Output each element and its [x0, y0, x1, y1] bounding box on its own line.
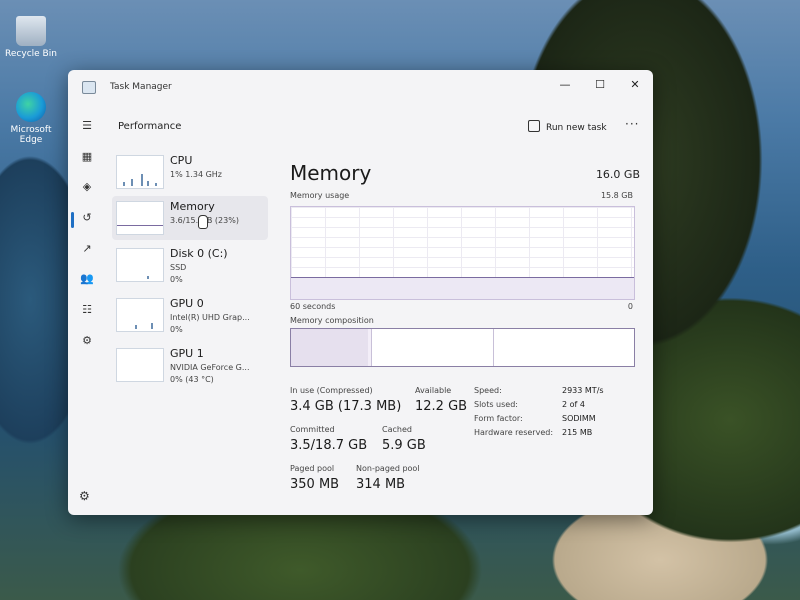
- cached-label: Cached: [382, 425, 412, 434]
- resource-item-memory[interactable]: Memory 3.6/15. GB (23%): [112, 196, 268, 240]
- task-manager-window: Task Manager — ☐ ✕ ☰ ▦ ◈ ↺ ↗ 👥 ☷ ⚙ Perfo…: [68, 70, 653, 515]
- memory-composition-bar[interactable]: [290, 328, 635, 367]
- cpu-thumbnail-graph: [116, 155, 164, 189]
- slots-used-value: 2 of 4: [562, 400, 585, 409]
- resource-detail: 1% 1.34 GHz: [170, 170, 223, 179]
- memory-usage-graph: [290, 206, 635, 300]
- run-new-task-label: Run new task: [546, 123, 607, 133]
- minimize-button[interactable]: —: [548, 74, 582, 96]
- resource-item-gpu0[interactable]: GPU 0 Intel(R) UHD Grap... 0%: [112, 293, 268, 337]
- resource-name: GPU 1: [170, 347, 204, 360]
- graph-time-span: 60 seconds: [290, 302, 336, 311]
- slots-used-label: Slots used:: [474, 400, 518, 409]
- gpu1-thumbnail-graph: [116, 348, 164, 382]
- speed-label: Speed:: [474, 386, 502, 395]
- resource-name: Memory: [170, 200, 215, 213]
- services-icon[interactable]: ⚙: [78, 332, 96, 350]
- resource-item-disk[interactable]: Disk 0 (C:) SSD 0%: [112, 243, 268, 287]
- run-task-icon: [528, 120, 540, 132]
- task-manager-icon: [82, 81, 96, 94]
- resource-item-cpu[interactable]: CPU 1% 1.34 GHz: [112, 150, 268, 194]
- hardware-reserved-label: Hardware reserved:: [474, 428, 554, 437]
- edge-label: Microsoft Edge: [10, 125, 52, 145]
- processes-icon[interactable]: ▦: [78, 148, 96, 166]
- composition-in-use: [291, 329, 369, 366]
- resource-usage: 0%: [170, 325, 183, 334]
- composition-standby: [372, 329, 494, 366]
- gpu0-thumbnail-graph: [116, 298, 164, 332]
- speed-value: 2933 MT/s: [562, 386, 604, 395]
- details-icon[interactable]: ☷: [78, 301, 96, 319]
- cached-value: 5.9 GB: [382, 438, 426, 453]
- run-new-task-button[interactable]: Run new task: [528, 120, 607, 133]
- recycle-bin-icon[interactable]: Recycle Bin: [0, 16, 62, 59]
- paged-pool-label: Paged pool: [290, 464, 335, 473]
- close-button[interactable]: ✕: [618, 74, 652, 96]
- performance-icon[interactable]: ◈: [78, 178, 96, 196]
- mouse-cursor: [198, 215, 208, 229]
- active-nav-indicator: [71, 212, 74, 228]
- page-title: Performance: [118, 121, 182, 132]
- detail-title: Memory: [290, 161, 372, 185]
- disk-thumbnail-graph: [116, 248, 164, 282]
- nav-sidebar: ☰ ▦ ◈ ↺ ↗ 👥 ☷ ⚙: [68, 104, 106, 515]
- in-use-label: In use (Compressed): [290, 386, 373, 395]
- resource-name: GPU 0: [170, 297, 204, 310]
- resource-detail: NVIDIA GeForce G...: [170, 363, 250, 372]
- committed-value: 3.5/18.7 GB: [290, 438, 368, 453]
- app-history-icon[interactable]: ↺: [78, 209, 96, 227]
- resource-usage: 0% (43 °C): [170, 375, 214, 384]
- resource-item-gpu1[interactable]: GPU 1 NVIDIA GeForce G... 0% (43 °C): [112, 343, 268, 387]
- total-capacity: 16.0 GB: [595, 168, 640, 181]
- resource-detail: SSD: [170, 263, 187, 272]
- hardware-reserved-value: 215 MB: [562, 428, 593, 437]
- graph-time-end: 0: [627, 302, 633, 311]
- memory-usage-max: 15.8 GB: [600, 191, 633, 200]
- memory-thumbnail-graph: [116, 201, 164, 235]
- non-paged-pool-value: 314 MB: [356, 477, 406, 492]
- paged-pool-value: 350 MB: [290, 477, 340, 492]
- available-label: Available: [415, 386, 452, 395]
- users-icon[interactable]: 👥: [78, 270, 96, 288]
- resource-name: CPU: [170, 154, 193, 167]
- non-paged-pool-label: Non-paged pool: [356, 464, 420, 473]
- memory-usage-fill: [291, 276, 634, 299]
- title-bar[interactable]: Task Manager — ☐ ✕: [68, 70, 653, 104]
- maximize-button[interactable]: ☐: [583, 74, 617, 96]
- available-value: 12.2 GB: [415, 399, 468, 414]
- window-title: Task Manager: [110, 82, 172, 92]
- more-options-button[interactable]: ···: [625, 117, 639, 131]
- memory-composition-label: Memory composition: [290, 316, 374, 325]
- startup-apps-icon[interactable]: ↗: [78, 240, 96, 258]
- recycle-bin-image: [16, 16, 46, 46]
- hamburger-menu-icon[interactable]: ☰: [78, 117, 96, 135]
- recycle-bin-label: Recycle Bin: [5, 49, 57, 59]
- form-factor-value: SODIMM: [562, 414, 596, 423]
- resource-detail: Intel(R) UHD Grap...: [170, 313, 250, 322]
- edge-image: [16, 92, 46, 122]
- memory-usage-label: Memory usage: [290, 191, 350, 200]
- resource-name: Disk 0 (C:): [170, 247, 228, 260]
- settings-gear-icon[interactable]: ⚙: [79, 489, 90, 503]
- edge-icon[interactable]: Microsoft Edge: [0, 92, 62, 145]
- committed-label: Committed: [290, 425, 335, 434]
- form-factor-label: Form factor:: [474, 414, 523, 423]
- in-use-value: 3.4 GB (17.3 MB): [290, 399, 402, 414]
- resource-usage: 0%: [170, 275, 183, 284]
